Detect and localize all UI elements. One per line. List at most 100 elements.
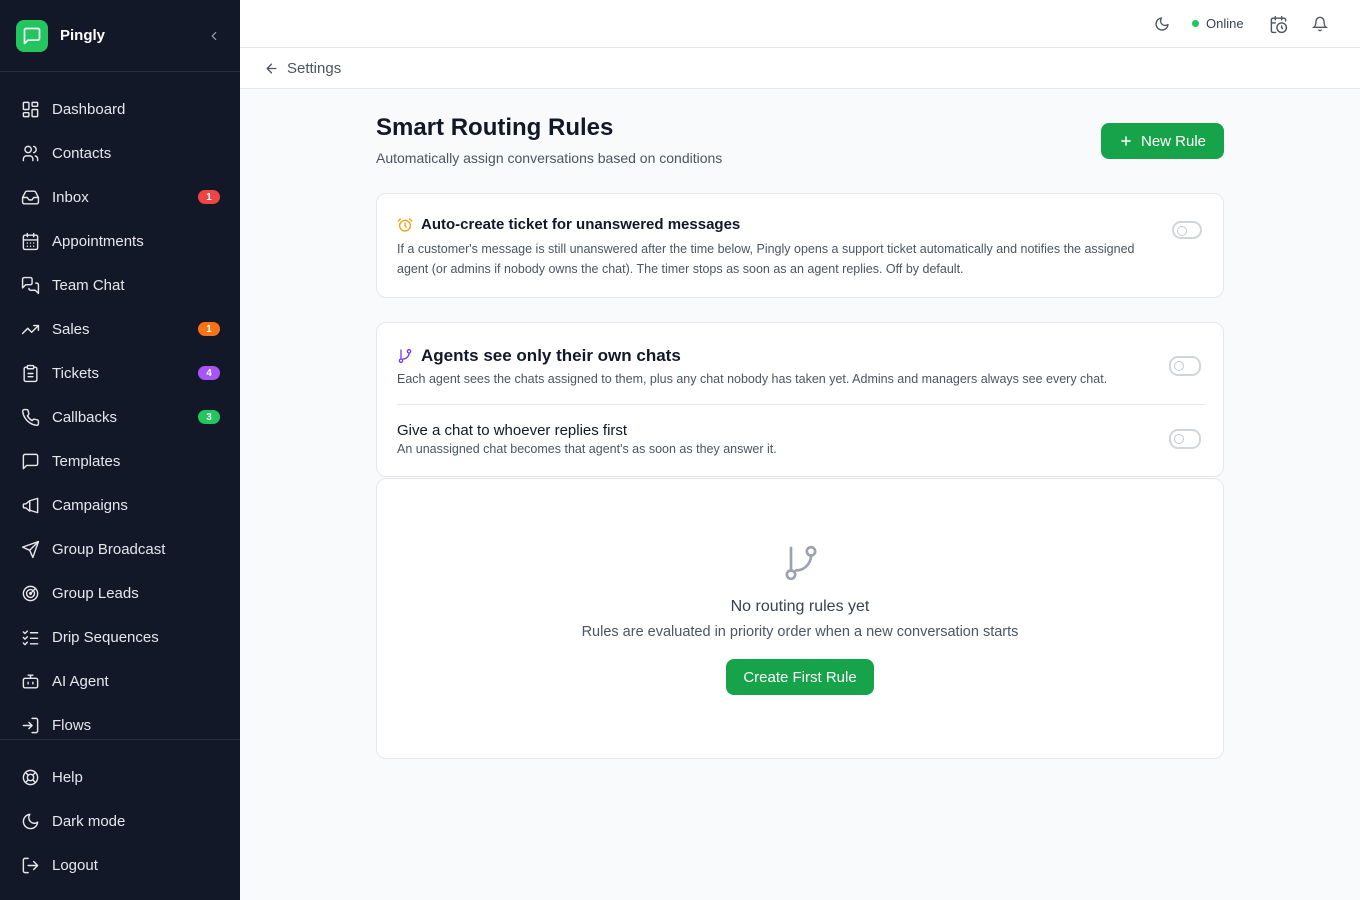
sidebar-item-tickets[interactable]: Tickets 4 [0,351,240,395]
clipboard-icon [20,363,40,383]
sidebar-item-label: Contacts [52,144,112,162]
sidebar-item-label: Logout [52,856,98,874]
inbox-badge: 1 [198,190,220,204]
calendar-clock-icon[interactable] [1268,14,1288,34]
status-dot [1192,20,1199,27]
alarm-clock-icon [397,217,413,232]
sidebar-item-label: Appointments [52,232,144,250]
flow-icon [20,715,40,735]
sidebar: Pingly Dashboard Contacts Inbox 1 Appoin… [0,0,240,900]
sidebar-item-drip-sequences[interactable]: Drip Sequences [0,615,240,659]
tickets-badge: 4 [198,366,220,380]
topbar: Online [240,0,1360,48]
plus-icon [1121,136,1131,146]
breadcrumb-settings[interactable]: Settings [287,60,341,77]
sidebar-item-logout[interactable]: Logout [0,843,240,887]
auto-ticket-title-row: Auto-create ticket for unanswered messag… [397,216,740,233]
sidebar-item-dark-mode[interactable]: Dark mode [0,799,240,843]
collapse-sidebar-icon[interactable] [204,26,224,46]
message-square-icon [20,451,40,471]
page-subtitle: Automatically assign conversations based… [376,150,723,166]
send-icon [20,539,40,559]
empty-state-title: No routing rules yet [730,598,870,615]
sidebar-item-label: Tickets [52,364,99,382]
logout-icon [20,855,40,875]
sidebar-item-label: Help [52,768,83,786]
sidebar-item-templates[interactable]: Templates [0,439,240,483]
sidebar-header: Pingly [0,0,240,72]
own-chats-description: Each agent sees the chats assigned to th… [397,372,1108,386]
auto-ticket-toggle[interactable] [1172,221,1202,239]
status-label: Online [1206,16,1244,31]
auto-ticket-title: Auto-create ticket for unanswered messag… [421,216,741,233]
sidebar-nav: Dashboard Contacts Inbox 1 Appointments … [0,87,240,747]
own-chats-title-row: Agents see only their own chats [397,346,681,366]
sidebar-item-label: Callbacks [52,408,118,426]
own-chats-toggle[interactable] [1169,356,1201,376]
app-logo[interactable] [16,19,48,52]
new-rule-button[interactable]: New Rule [1101,123,1224,159]
trending-up-icon [20,319,40,339]
life-buoy-icon [20,767,40,787]
create-first-rule-button[interactable]: Create First Rule [726,659,874,695]
sidebar-item-label: Campaigns [52,496,128,514]
sidebar-item-callbacks[interactable]: Callbacks 3 [0,395,240,439]
list-checks-icon [20,627,40,647]
auto-ticket-card: Auto-create ticket for unanswered messag… [376,193,1224,298]
calendar-icon [20,231,40,251]
app-name: Pingly [60,27,106,44]
radar-icon [20,583,40,603]
online-status[interactable]: Online [1192,16,1244,31]
sidebar-item-dashboard[interactable]: Dashboard [0,87,240,131]
sidebar-item-label: Team Chat [52,276,125,294]
phone-icon [20,407,40,427]
sidebar-item-label: Group Broadcast [52,540,166,558]
breadcrumb[interactable]: Settings [240,48,1360,89]
sidebar-item-ai-agent[interactable]: AI Agent [0,659,240,703]
sidebar-item-campaigns[interactable]: Campaigns [0,483,240,527]
new-rule-label: New Rule [1140,132,1207,150]
sidebar-item-contacts[interactable]: Contacts [0,131,240,175]
sidebar-item-label: Templates [52,452,121,470]
sidebar-item-appointments[interactable]: Appointments [0,219,240,263]
sidebar-footer: Help Dark mode Logout [0,739,240,887]
page-title: Smart Routing Rules [376,114,614,141]
sidebar-item-label: Dashboard [52,100,126,118]
sidebar-item-group-leads[interactable]: Group Leads [0,571,240,615]
auto-ticket-description: If a customer's message is still unanswe… [397,242,1135,276]
sidebar-item-label: Sales [52,320,90,338]
empty-state-description: Rules are evaluated in priority order wh… [581,624,1019,640]
megaphone-icon [20,495,40,515]
bot-icon [20,671,40,691]
sidebar-item-label: Inbox [52,188,89,206]
sidebar-item-inbox[interactable]: Inbox 1 [0,175,240,219]
sidebar-item-label: Drip Sequences [52,628,159,646]
first-reply-toggle[interactable] [1169,429,1201,449]
sidebar-item-group-broadcast[interactable]: Group Broadcast [0,527,240,571]
git-branch-icon [785,545,817,581]
contacts-icon [20,143,40,163]
divider [397,404,1205,405]
first-reply-description: An unassigned chat becomes that agent's … [397,442,777,456]
sidebar-item-sales[interactable]: Sales 1 [0,307,240,351]
sidebar-item-label: Group Leads [52,584,139,602]
sales-badge: 1 [198,322,220,336]
sidebar-item-help[interactable]: Help [0,755,240,799]
visibility-card: Agents see only their own chats Each age… [376,322,1224,477]
arrow-left-icon [264,61,279,76]
sidebar-item-label: AI Agent [52,672,109,690]
sidebar-item-label: Dark mode [52,812,126,830]
git-branch-icon [398,349,412,363]
first-reply-title: Give a chat to whoever replies first [397,422,628,439]
callbacks-badge: 3 [198,410,220,424]
dashboard-icon [20,99,40,119]
sidebar-item-team-chat[interactable]: Team Chat [0,263,240,307]
theme-toggle-moon-icon[interactable] [1152,14,1172,34]
sidebar-item-label: Flows [52,716,92,734]
team-chat-icon [20,275,40,295]
inbox-icon [20,187,40,207]
bell-icon[interactable] [1310,14,1330,34]
moon-icon [20,811,40,831]
routing-rules-empty-state: No routing rules yet Rules are evaluated… [376,478,1224,759]
own-chats-title: Agents see only their own chats [421,346,681,365]
